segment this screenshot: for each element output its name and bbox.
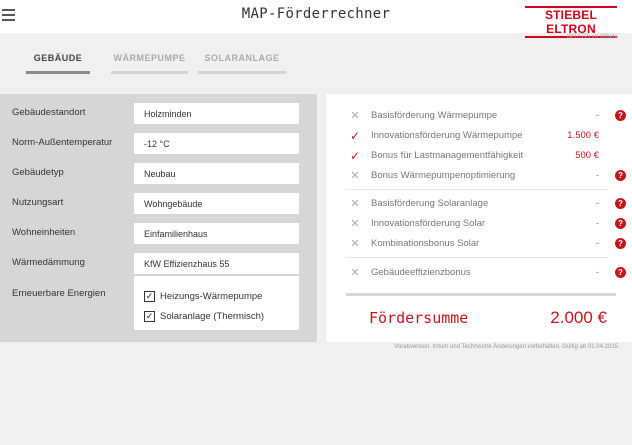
- field-label: Gebäudestandort: [12, 107, 86, 118]
- help-icon[interactable]: ?: [615, 218, 626, 229]
- funding-row: ✕ Bonus Wärmepumpenoptimierung - ?: [326, 168, 632, 184]
- footer-note: Vorabversion. Irrtum und Technische Ände…: [394, 344, 618, 350]
- field-label: Nutzungsart: [12, 197, 64, 208]
- funding-label: Basisförderung Solaranlage: [371, 198, 489, 209]
- funding-row: ✕ Gebäudeeffizienzbonus - ?: [326, 265, 632, 281]
- form-row-temperatur: Norm-Außentemperatur: [0, 133, 317, 154]
- logo-text: STIEBEL ELTRON: [544, 8, 598, 36]
- form-row-standort: Gebäudestandort: [0, 103, 317, 124]
- wohneinheiten-select[interactable]: [134, 223, 299, 244]
- help-icon[interactable]: ?: [615, 110, 626, 121]
- field-label: Norm-Außentemperatur: [12, 137, 113, 148]
- checkbox-label: Heizungs-Wärmepumpe: [160, 291, 263, 302]
- divider: [346, 257, 608, 258]
- funding-value: 500 €: [575, 150, 599, 161]
- tab-waermepumpe[interactable]: WÄRMEPUMPE: [111, 52, 188, 74]
- funding-label: Innovationsförderung Wärmepumpe: [371, 130, 523, 141]
- tab-label: SOLARANLAGE: [204, 53, 280, 63]
- version-label: IMT/ITPI.v0.00beta: [566, 34, 618, 40]
- checkbox-label: Solaranlage (Thermisch): [160, 311, 265, 322]
- x-icon: ✕: [350, 267, 360, 279]
- tab-solaranlage[interactable]: SOLARANLAGE: [198, 52, 286, 74]
- divider: [346, 189, 608, 190]
- help-icon[interactable]: ?: [615, 170, 626, 181]
- waermedaemmung-select[interactable]: [134, 253, 299, 274]
- tab-gebaeude[interactable]: GEBÄUDE: [26, 52, 90, 74]
- field-label: Wärmedämmung: [12, 257, 85, 268]
- funding-label: Bonus für Lastmanagementfähigkeit: [371, 150, 524, 161]
- field-label: Gebäudetyp: [12, 167, 64, 178]
- funding-value: -: [595, 110, 599, 121]
- tab-label: GEBÄUDE: [33, 53, 83, 63]
- x-icon: ✕: [350, 218, 360, 230]
- help-icon[interactable]: ?: [615, 238, 626, 249]
- x-icon: ✕: [350, 198, 360, 210]
- funding-row: ✕ Basisförderung Solaranlage - ?: [326, 196, 632, 212]
- funding-row: ✓ Innovationsförderung Wärmepumpe 1.500 …: [326, 128, 632, 144]
- funding-row: ✕ Basisförderung Wärmepumpe - ?: [326, 108, 632, 124]
- form-row-nutzungsart: Nutzungsart: [0, 193, 317, 214]
- form-row-wohneinheiten: Wohneinheiten: [0, 223, 317, 244]
- energy-checkbox-group: ✓ Heizungs-Wärmepumpe ✓ Solaranlage (The…: [134, 276, 299, 330]
- sum-divider: [346, 293, 616, 296]
- help-icon[interactable]: ?: [615, 267, 626, 278]
- check-icon: ✓: [349, 149, 361, 163]
- x-icon: ✕: [350, 238, 360, 250]
- sum-label: Fördersumme: [369, 309, 469, 327]
- field-label: Wohneinheiten: [12, 227, 76, 238]
- form-row-waermedaemmung: Wärmedämmung: [0, 253, 317, 274]
- sum-value: 2.000 €: [550, 308, 607, 327]
- building-form: Gebäudestandort Norm-Außentemperatur Geb…: [0, 94, 317, 342]
- tab-label: WÄRMEPUMPE: [113, 53, 186, 63]
- funding-value: -: [595, 238, 599, 249]
- funding-label: Innovationsförderung Solar: [371, 218, 486, 229]
- stiebel-eltron-logo: STIEBEL ELTRON: [525, 6, 617, 38]
- help-icon[interactable]: ?: [615, 198, 626, 209]
- funding-row: ✕ Innovationsförderung Solar - ?: [326, 216, 632, 232]
- form-row-gebaeudetyp: Gebäudetyp: [0, 163, 317, 184]
- funding-panel: ✕ Basisförderung Wärmepumpe - ? ✓ Innova…: [326, 94, 632, 342]
- top-bar: MAP-Förderrechner STIEBEL ELTRON: [0, 0, 632, 38]
- temperatur-input[interactable]: [134, 133, 299, 154]
- funding-value: -: [595, 170, 599, 181]
- funding-label: Kombinationsbonus Solar: [371, 238, 480, 249]
- x-icon: ✕: [350, 170, 360, 182]
- standort-input[interactable]: [134, 103, 299, 124]
- funding-value: 1.500 €: [567, 130, 599, 141]
- checkbox-checked-icon[interactable]: ✓: [144, 311, 155, 322]
- funding-row: ✕ Kombinationsbonus Solar - ?: [326, 236, 632, 252]
- funding-label: Bonus Wärmepumpenoptimierung: [371, 170, 516, 181]
- funding-value: -: [595, 218, 599, 229]
- x-icon: ✕: [350, 110, 360, 122]
- funding-row: ✓ Bonus für Lastmanagementfähigkeit 500 …: [326, 148, 632, 164]
- funding-label: Basisförderung Wärmepumpe: [371, 110, 498, 121]
- check-icon: ✓: [349, 129, 361, 143]
- funding-label: Gebäudeeffizienzbonus: [371, 267, 471, 278]
- energy-label: Erneuerbare Energien: [12, 288, 106, 299]
- funding-value: -: [595, 267, 599, 278]
- nutzungsart-select[interactable]: [134, 193, 299, 214]
- funding-value: -: [595, 198, 599, 209]
- checkbox-checked-icon[interactable]: ✓: [144, 291, 155, 302]
- gebaeudetyp-select[interactable]: [134, 163, 299, 184]
